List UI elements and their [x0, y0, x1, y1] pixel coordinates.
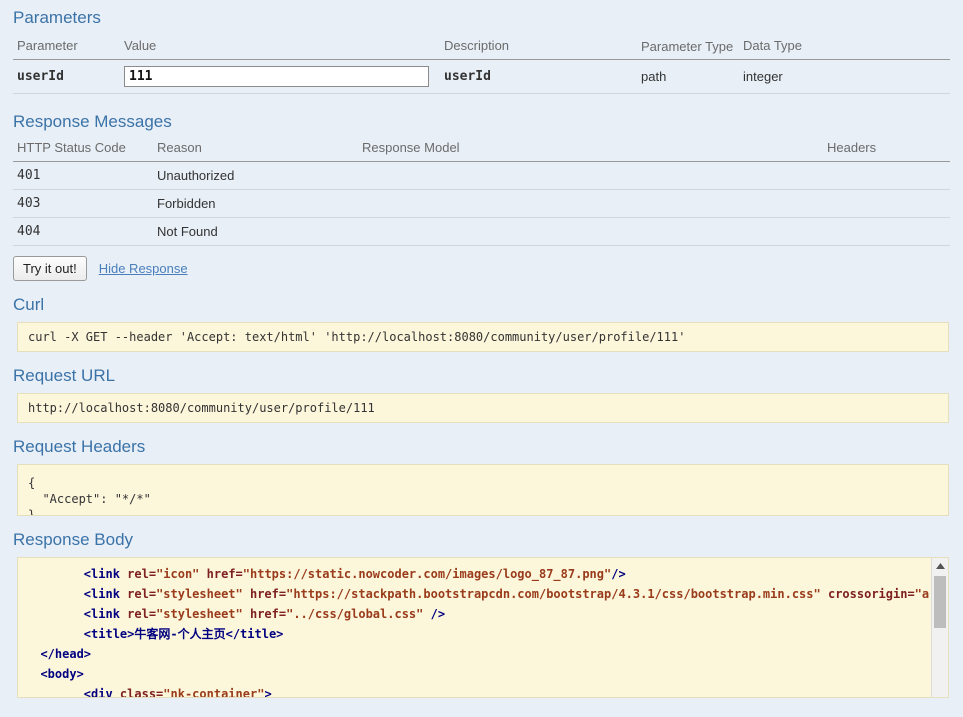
column-header-headers: Headers	[823, 136, 950, 162]
request-url-block: http://localhost:8080/community/user/pro…	[17, 393, 949, 423]
parameters-table: Parameter Value Description Parameter Ty…	[13, 34, 950, 94]
status-headers-cell	[823, 161, 950, 190]
action-button-row: Try it out! Hide Response	[13, 246, 950, 281]
hide-response-link[interactable]: Hide Response	[99, 261, 188, 276]
spacer-request-url	[13, 352, 950, 366]
status-code-cell: 403	[13, 189, 153, 218]
request-url-heading: Request URL	[13, 366, 116, 385]
response-messages-header-row: HTTP Status Code Reason Response Model H…	[13, 136, 950, 162]
response-body-line: </head>	[40, 647, 92, 661]
column-header-value: Value	[120, 34, 440, 60]
table-row: userId userId path integer	[13, 59, 950, 94]
request-headers-heading: Request Headers	[13, 437, 146, 456]
parameters-heading: Parameters	[13, 8, 101, 27]
curl-command-block: curl -X GET --header 'Accept: text/html'…	[17, 322, 949, 352]
parameter-type-cell: path	[637, 59, 739, 94]
response-body-block[interactable]: <link rel="icon" href="https://static.no…	[17, 557, 949, 698]
status-code-cell: 404	[13, 217, 153, 246]
spacer-curl	[13, 281, 950, 295]
parameter-name-cell: userId	[13, 59, 120, 94]
parameter-value-cell	[120, 59, 440, 94]
response-body-line: <title>牛客网-个人主页</title>	[83, 627, 284, 641]
spacer-response-body	[13, 516, 950, 530]
response-messages-heading: Response Messages	[13, 112, 172, 131]
status-reason-cell: Forbidden	[153, 189, 358, 218]
status-model-cell	[358, 161, 823, 190]
response-body-scrollbar[interactable]	[931, 558, 948, 697]
column-header-parameter: Parameter	[13, 34, 120, 60]
response-body-line: <body>	[40, 667, 84, 681]
status-model-cell	[358, 217, 823, 246]
curl-heading: Curl	[13, 295, 45, 314]
swagger-operation-panel: Parameters Parameter Value Description P…	[0, 0, 963, 717]
column-header-response-model: Response Model	[358, 136, 823, 162]
status-model-cell	[358, 189, 823, 218]
response-body-heading: Response Body	[13, 530, 134, 549]
parameters-table-header-row: Parameter Value Description Parameter Ty…	[13, 34, 950, 60]
column-header-data-type: Data Type	[739, 34, 950, 60]
request-headers-block: { "Accept": "*/*" }	[17, 464, 949, 516]
parameter-data-type-cell: integer	[739, 59, 950, 94]
status-headers-cell	[823, 217, 950, 246]
response-body-line: <link rel="stylesheet" href="../css/glob…	[83, 607, 446, 621]
status-reason-cell: Not Found	[153, 217, 358, 246]
scrollbar-thumb[interactable]	[934, 576, 946, 628]
response-body-line: <div class="nk-container">	[83, 687, 272, 698]
table-row: 403 Forbidden	[13, 189, 950, 218]
response-body-line: <link rel="stylesheet" href="https://sta…	[83, 587, 930, 601]
status-code-cell: 401	[13, 161, 153, 190]
table-row: 401 Unauthorized	[13, 161, 950, 190]
try-it-out-button[interactable]: Try it out!	[13, 256, 87, 281]
response-body-code: <link rel="icon" href="https://static.no…	[18, 558, 948, 698]
column-header-parameter-type: Parameter Type	[637, 34, 739, 60]
status-headers-cell	[823, 189, 950, 218]
response-body-line: <link rel="icon" href="https://static.no…	[83, 567, 626, 581]
spacer-top	[13, 0, 950, 8]
column-header-description: Description	[440, 34, 637, 60]
scroll-up-arrow-icon[interactable]	[932, 558, 948, 574]
column-header-http-status-code: HTTP Status Code	[13, 136, 153, 162]
response-messages-table: HTTP Status Code Reason Response Model H…	[13, 136, 950, 246]
column-header-reason: Reason	[153, 136, 358, 162]
spacer-request-headers	[13, 423, 950, 437]
parameter-description-cell: userId	[440, 59, 637, 94]
table-row: 404 Not Found	[13, 217, 950, 246]
status-reason-cell: Unauthorized	[153, 161, 358, 190]
spacer-response-messages	[13, 94, 950, 112]
user-id-input[interactable]	[124, 66, 429, 87]
